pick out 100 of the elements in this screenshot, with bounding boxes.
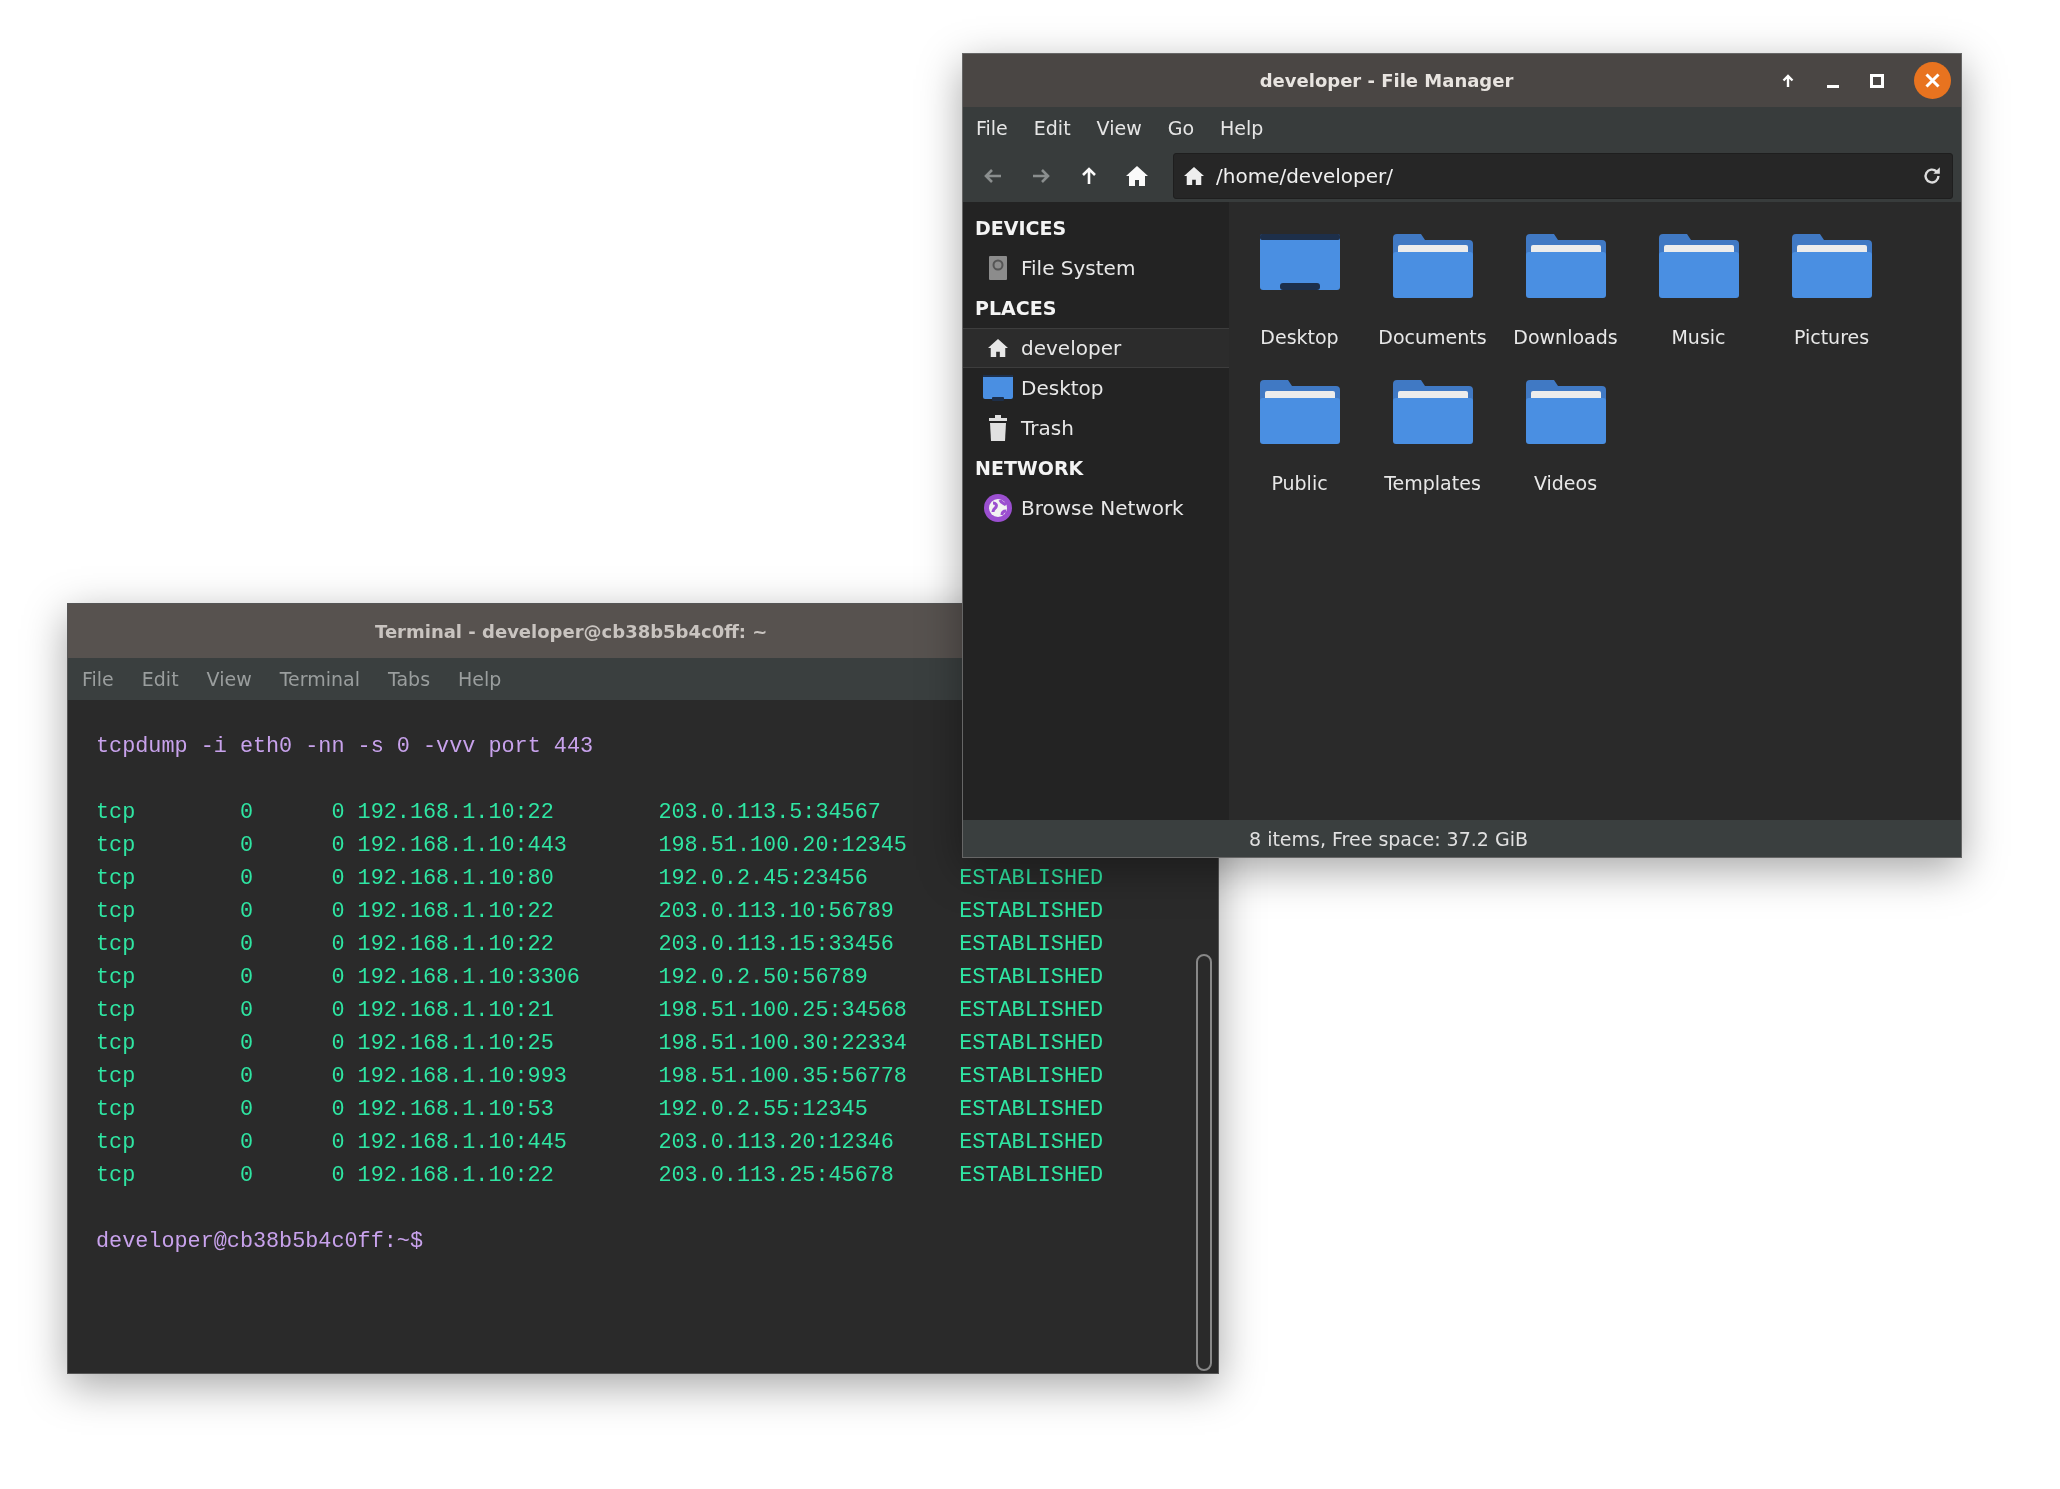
folder-item[interactable]: Videos bbox=[1499, 376, 1632, 494]
foreign-address: 203.0.113.5:34567 bbox=[658, 799, 882, 827]
sidebar-item[interactable]: Browse Network bbox=[963, 488, 1229, 528]
folder-icon bbox=[1791, 234, 1872, 298]
protocol-text: tcp bbox=[96, 832, 137, 860]
foreign-address: 198.51.100.25:34568 bbox=[658, 997, 908, 1025]
up-arrow-icon[interactable] bbox=[1780, 72, 1796, 89]
queue-text: 0 bbox=[331, 997, 346, 1025]
local-address: 192.168.1.10:22 bbox=[357, 898, 555, 926]
close-icon[interactable] bbox=[1914, 62, 1951, 99]
menu-item[interactable]: File bbox=[82, 668, 114, 690]
sidebar-item[interactable]: Trash bbox=[963, 408, 1229, 448]
folder-item[interactable]: Public bbox=[1233, 376, 1366, 494]
folder-icon bbox=[1658, 234, 1739, 298]
home-icon[interactable] bbox=[1125, 164, 1149, 187]
globe-icon bbox=[983, 493, 1013, 523]
state-text: ESTABLISHED bbox=[959, 997, 1105, 1025]
local-address: 192.168.1.10:993 bbox=[357, 1063, 568, 1091]
foreign-address: 192.0.2.45:23456 bbox=[658, 865, 869, 893]
local-address: 192.168.1.10:22 bbox=[357, 931, 555, 959]
window-title: Terminal - developer@cb38b5b4c0ff: ~ bbox=[375, 620, 768, 642]
drive-icon bbox=[988, 255, 1008, 281]
section-heading: DEVICES bbox=[974, 216, 1068, 241]
local-address: 192.168.1.10:53 bbox=[357, 1096, 555, 1124]
menu-item[interactable]: Edit bbox=[1033, 117, 1071, 139]
foreign-address: 203.0.113.20:12346 bbox=[658, 1129, 895, 1157]
menu-item[interactable]: Tabs bbox=[388, 668, 431, 690]
menu-item[interactable]: View bbox=[1096, 117, 1142, 139]
folder-item[interactable]: Music bbox=[1632, 230, 1765, 348]
folder-icon bbox=[1392, 234, 1473, 298]
sidebar-item[interactable]: File System bbox=[963, 248, 1229, 288]
queue-text: 0 bbox=[239, 1162, 254, 1190]
window-title: developer - File Manager bbox=[1258, 70, 1515, 91]
home-icon bbox=[987, 338, 1009, 358]
queue-text: 0 bbox=[239, 931, 254, 959]
folder-icon bbox=[1392, 380, 1473, 444]
queue-text: 0 bbox=[331, 865, 346, 893]
folder-item[interactable]: Desktop bbox=[1233, 230, 1366, 348]
queue-text: 0 bbox=[239, 1096, 254, 1124]
local-address: 192.168.1.10:80 bbox=[357, 865, 555, 893]
folder-item[interactable]: Pictures bbox=[1765, 230, 1898, 348]
section-heading: PLACES bbox=[974, 296, 1058, 321]
menu-item[interactable]: Go bbox=[1167, 117, 1195, 139]
maximize-icon[interactable] bbox=[1870, 73, 1884, 88]
foreign-address: 203.0.113.15:33456 bbox=[658, 931, 895, 959]
state-text: ESTABLISHED bbox=[959, 1063, 1105, 1091]
sidebar-item[interactable]: Desktop bbox=[963, 368, 1229, 408]
queue-text: 0 bbox=[239, 1063, 254, 1091]
menu-item[interactable]: Help bbox=[1220, 117, 1264, 139]
state-text: ESTABLISHED bbox=[959, 1096, 1105, 1124]
folder-icon bbox=[1259, 380, 1340, 444]
foreign-address: 203.0.113.10:56789 bbox=[658, 898, 895, 926]
local-address: 192.168.1.10:21 bbox=[357, 997, 555, 1025]
queue-text: 0 bbox=[239, 865, 254, 893]
protocol-text: tcp bbox=[96, 898, 137, 926]
local-address: 192.168.1.10:445 bbox=[357, 1129, 568, 1157]
queue-text: 0 bbox=[239, 898, 254, 926]
folder-item[interactable]: Downloads bbox=[1499, 230, 1632, 348]
desktop-folder-icon bbox=[1259, 234, 1340, 290]
state-text: ESTABLISHED bbox=[959, 1030, 1105, 1058]
queue-text: 0 bbox=[239, 832, 254, 860]
command-text: tcpdump -i eth0 -nn -s 0 -vvv port 443 bbox=[96, 734, 594, 759]
foreign-address: 192.0.2.50:56789 bbox=[658, 964, 869, 992]
protocol-text: tcp bbox=[96, 1063, 137, 1091]
queue-text: 0 bbox=[331, 931, 346, 959]
desktop-icon bbox=[983, 375, 1013, 401]
local-address: 192.168.1.10:22 bbox=[357, 799, 555, 827]
protocol-text: tcp bbox=[96, 865, 137, 893]
folder-item[interactable]: Templates bbox=[1366, 376, 1499, 494]
menu-item[interactable]: File bbox=[976, 117, 1008, 139]
trash-icon bbox=[988, 415, 1008, 441]
queue-text: 0 bbox=[239, 964, 254, 992]
location-field[interactable]: /home/developer/ bbox=[1173, 152, 1953, 199]
foreign-address: 198.51.100.30:22334 bbox=[658, 1030, 908, 1058]
queue-text: 0 bbox=[239, 1030, 254, 1058]
folder-item[interactable]: Documents bbox=[1366, 230, 1499, 348]
state-text: ESTABLISHED bbox=[959, 964, 1105, 992]
scrollbar[interactable] bbox=[1196, 954, 1212, 1371]
protocol-text: tcp bbox=[96, 1129, 137, 1157]
queue-text: 0 bbox=[331, 832, 346, 860]
state-text: ESTABLISHED bbox=[959, 865, 1105, 893]
foreign-address: 198.51.100.35:56778 bbox=[658, 1063, 908, 1091]
queue-text: 0 bbox=[331, 799, 346, 827]
menu-item[interactable]: View bbox=[206, 668, 252, 690]
menu-item[interactable]: Edit bbox=[141, 668, 179, 690]
menu-item[interactable]: Help bbox=[458, 668, 502, 690]
protocol-text: tcp bbox=[96, 1096, 137, 1124]
local-address: 192.168.1.10:3306 bbox=[357, 964, 581, 992]
queue-text: 0 bbox=[239, 799, 254, 827]
protocol-text: tcp bbox=[96, 931, 137, 959]
queue-text: 0 bbox=[331, 964, 346, 992]
queue-text: 0 bbox=[331, 1063, 346, 1091]
shell-prompt: developer@cb38b5b4c0ff:~$ bbox=[96, 1229, 423, 1254]
menu-item[interactable]: Terminal bbox=[279, 668, 360, 690]
local-address: 192.168.1.10:25 bbox=[357, 1030, 555, 1058]
protocol-text: tcp bbox=[96, 799, 137, 827]
folder-icon bbox=[1525, 234, 1606, 298]
local-address: 192.168.1.10:443 bbox=[357, 832, 568, 860]
protocol-text: tcp bbox=[96, 1162, 137, 1190]
sidebar-item[interactable]: developer bbox=[963, 328, 1229, 368]
